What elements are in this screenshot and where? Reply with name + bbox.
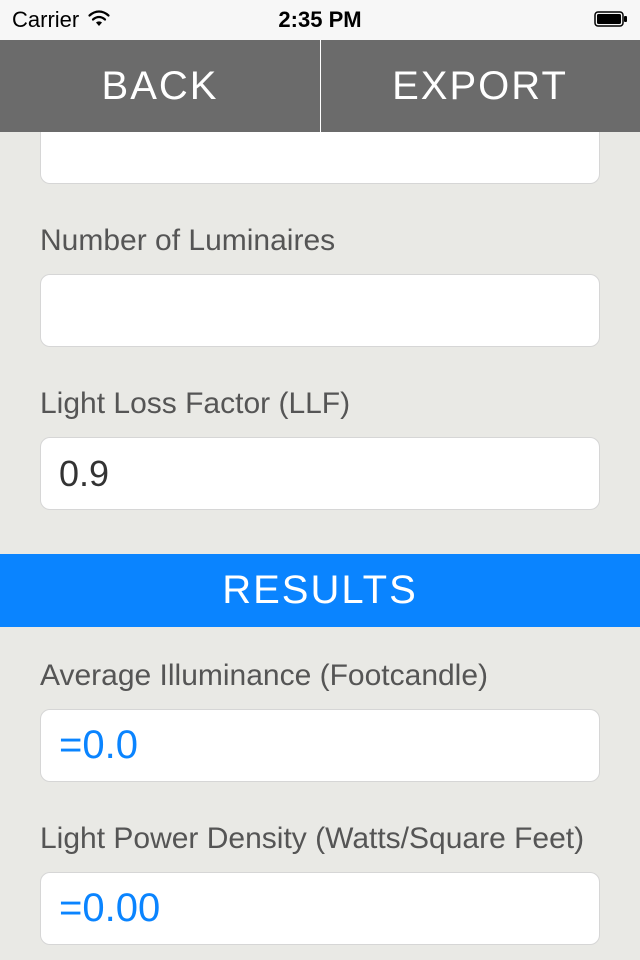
status-time: 2:35 PM xyxy=(278,7,361,33)
num-luminaires-input[interactable] xyxy=(40,274,600,347)
export-button[interactable]: EXPORT xyxy=(320,40,640,132)
nav-bar: BACK EXPORT xyxy=(0,40,640,132)
llf-label: Light Loss Factor (LLF) xyxy=(40,387,600,421)
battery-icon xyxy=(594,7,628,33)
carrier-label: Carrier xyxy=(12,7,79,33)
lpd-label: Light Power Density (Watts/Square Feet) xyxy=(40,822,600,856)
lpd-output: =0.00 xyxy=(40,872,600,945)
back-button[interactable]: BACK xyxy=(0,40,320,132)
avg-illuminance-label: Average Illuminance (Footcandle) xyxy=(40,659,600,693)
results-banner: RESULTS xyxy=(0,554,640,627)
llf-input[interactable] xyxy=(40,437,600,510)
num-luminaires-label: Number of Luminaires xyxy=(40,224,600,258)
avg-illuminance-value: =0.0 xyxy=(59,723,138,768)
status-left: Carrier xyxy=(12,7,111,33)
nav-divider xyxy=(320,40,321,132)
status-right xyxy=(594,7,628,33)
wifi-icon xyxy=(87,7,111,33)
avg-illuminance-output: =0.0 xyxy=(40,709,600,782)
results-area: Average Illuminance (Footcandle) =0.0 Li… xyxy=(0,659,640,945)
status-bar: Carrier 2:35 PM xyxy=(0,0,640,40)
content-area: Number of Luminaires Light Loss Factor (… xyxy=(0,132,640,510)
previous-field-input[interactable] xyxy=(40,132,600,184)
lpd-value: =0.00 xyxy=(59,886,160,931)
